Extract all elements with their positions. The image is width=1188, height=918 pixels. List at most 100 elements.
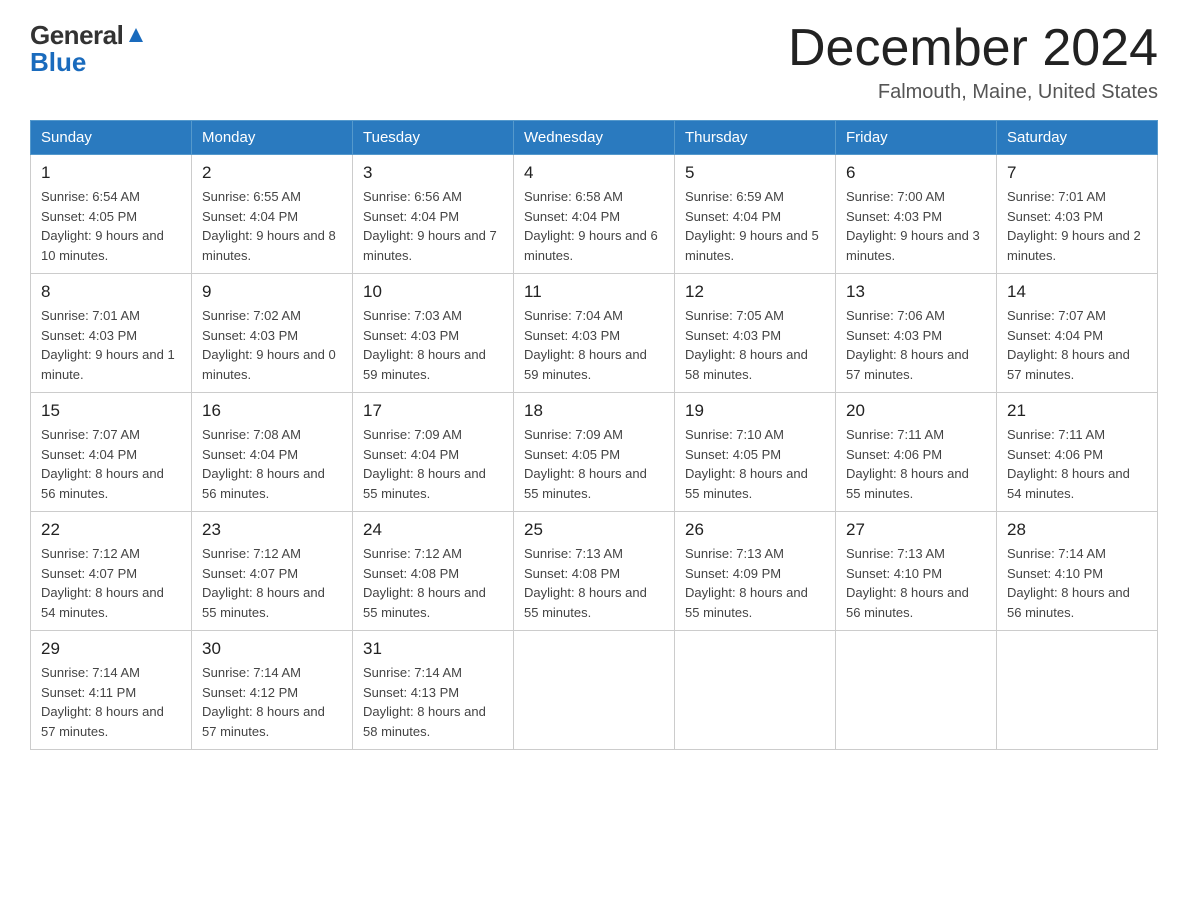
calendar-cell: 14 Sunrise: 7:07 AMSunset: 4:04 PMDaylig… — [997, 274, 1158, 393]
day-number: 10 — [363, 282, 503, 302]
day-info: Sunrise: 7:07 AMSunset: 4:04 PMDaylight:… — [1007, 306, 1147, 384]
calendar-cell: 3 Sunrise: 6:56 AMSunset: 4:04 PMDayligh… — [353, 155, 514, 274]
day-info: Sunrise: 7:03 AMSunset: 4:03 PMDaylight:… — [363, 306, 503, 384]
calendar-cell — [675, 631, 836, 750]
day-number: 1 — [41, 163, 181, 183]
day-info: Sunrise: 7:12 AMSunset: 4:07 PMDaylight:… — [41, 544, 181, 622]
calendar-cell: 23 Sunrise: 7:12 AMSunset: 4:07 PMDaylig… — [192, 512, 353, 631]
col-header-tuesday: Tuesday — [353, 121, 514, 155]
day-number: 14 — [1007, 282, 1147, 302]
calendar-cell: 16 Sunrise: 7:08 AMSunset: 4:04 PMDaylig… — [192, 393, 353, 512]
logo-blue-text: Blue — [30, 47, 86, 78]
day-info: Sunrise: 7:14 AMSunset: 4:10 PMDaylight:… — [1007, 544, 1147, 622]
calendar-cell: 13 Sunrise: 7:06 AMSunset: 4:03 PMDaylig… — [836, 274, 997, 393]
calendar-cell — [514, 631, 675, 750]
calendar-cell: 22 Sunrise: 7:12 AMSunset: 4:07 PMDaylig… — [31, 512, 192, 631]
calendar-cell: 18 Sunrise: 7:09 AMSunset: 4:05 PMDaylig… — [514, 393, 675, 512]
calendar-cell: 31 Sunrise: 7:14 AMSunset: 4:13 PMDaylig… — [353, 631, 514, 750]
calendar-week-row: 29 Sunrise: 7:14 AMSunset: 4:11 PMDaylig… — [31, 631, 1158, 750]
calendar-week-row: 8 Sunrise: 7:01 AMSunset: 4:03 PMDayligh… — [31, 274, 1158, 393]
day-info: Sunrise: 7:14 AMSunset: 4:12 PMDaylight:… — [202, 663, 342, 741]
day-number: 8 — [41, 282, 181, 302]
day-number: 27 — [846, 520, 986, 540]
calendar-cell: 17 Sunrise: 7:09 AMSunset: 4:04 PMDaylig… — [353, 393, 514, 512]
calendar-week-row: 15 Sunrise: 7:07 AMSunset: 4:04 PMDaylig… — [31, 393, 1158, 512]
month-title: December 2024 — [788, 20, 1158, 77]
day-number: 12 — [685, 282, 825, 302]
logo: General Blue — [30, 20, 147, 78]
day-number: 3 — [363, 163, 503, 183]
day-number: 15 — [41, 401, 181, 421]
logo-triangle-icon — [125, 24, 147, 46]
calendar-cell: 4 Sunrise: 6:58 AMSunset: 4:04 PMDayligh… — [514, 155, 675, 274]
day-info: Sunrise: 7:13 AMSunset: 4:10 PMDaylight:… — [846, 544, 986, 622]
day-number: 17 — [363, 401, 503, 421]
calendar-cell: 12 Sunrise: 7:05 AMSunset: 4:03 PMDaylig… — [675, 274, 836, 393]
day-info: Sunrise: 7:11 AMSunset: 4:06 PMDaylight:… — [846, 425, 986, 503]
day-info: Sunrise: 7:12 AMSunset: 4:08 PMDaylight:… — [363, 544, 503, 622]
day-number: 9 — [202, 282, 342, 302]
day-info: Sunrise: 7:14 AMSunset: 4:13 PMDaylight:… — [363, 663, 503, 741]
calendar-cell: 24 Sunrise: 7:12 AMSunset: 4:08 PMDaylig… — [353, 512, 514, 631]
day-number: 23 — [202, 520, 342, 540]
day-number: 19 — [685, 401, 825, 421]
day-info: Sunrise: 7:09 AMSunset: 4:05 PMDaylight:… — [524, 425, 664, 503]
day-info: Sunrise: 6:56 AMSunset: 4:04 PMDaylight:… — [363, 187, 503, 265]
day-number: 26 — [685, 520, 825, 540]
calendar-cell: 30 Sunrise: 7:14 AMSunset: 4:12 PMDaylig… — [192, 631, 353, 750]
calendar-cell: 21 Sunrise: 7:11 AMSunset: 4:06 PMDaylig… — [997, 393, 1158, 512]
day-info: Sunrise: 7:02 AMSunset: 4:03 PMDaylight:… — [202, 306, 342, 384]
day-number: 4 — [524, 163, 664, 183]
day-info: Sunrise: 7:01 AMSunset: 4:03 PMDaylight:… — [1007, 187, 1147, 265]
calendar-cell — [836, 631, 997, 750]
calendar-cell: 19 Sunrise: 7:10 AMSunset: 4:05 PMDaylig… — [675, 393, 836, 512]
day-info: Sunrise: 7:12 AMSunset: 4:07 PMDaylight:… — [202, 544, 342, 622]
calendar-cell: 20 Sunrise: 7:11 AMSunset: 4:06 PMDaylig… — [836, 393, 997, 512]
day-number: 2 — [202, 163, 342, 183]
day-info: Sunrise: 7:01 AMSunset: 4:03 PMDaylight:… — [41, 306, 181, 384]
calendar-cell: 6 Sunrise: 7:00 AMSunset: 4:03 PMDayligh… — [836, 155, 997, 274]
day-number: 28 — [1007, 520, 1147, 540]
calendar-cell: 29 Sunrise: 7:14 AMSunset: 4:11 PMDaylig… — [31, 631, 192, 750]
calendar-cell — [997, 631, 1158, 750]
calendar-header-row: SundayMondayTuesdayWednesdayThursdayFrid… — [31, 121, 1158, 155]
day-number: 29 — [41, 639, 181, 659]
col-header-saturday: Saturday — [997, 121, 1158, 155]
calendar-cell: 25 Sunrise: 7:13 AMSunset: 4:08 PMDaylig… — [514, 512, 675, 631]
day-info: Sunrise: 7:06 AMSunset: 4:03 PMDaylight:… — [846, 306, 986, 384]
calendar-table: SundayMondayTuesdayWednesdayThursdayFrid… — [30, 120, 1158, 750]
day-info: Sunrise: 7:05 AMSunset: 4:03 PMDaylight:… — [685, 306, 825, 384]
day-info: Sunrise: 6:59 AMSunset: 4:04 PMDaylight:… — [685, 187, 825, 265]
calendar-cell: 5 Sunrise: 6:59 AMSunset: 4:04 PMDayligh… — [675, 155, 836, 274]
day-number: 18 — [524, 401, 664, 421]
calendar-week-row: 22 Sunrise: 7:12 AMSunset: 4:07 PMDaylig… — [31, 512, 1158, 631]
calendar-cell: 1 Sunrise: 6:54 AMSunset: 4:05 PMDayligh… — [31, 155, 192, 274]
col-header-sunday: Sunday — [31, 121, 192, 155]
day-info: Sunrise: 6:54 AMSunset: 4:05 PMDaylight:… — [41, 187, 181, 265]
day-number: 30 — [202, 639, 342, 659]
day-info: Sunrise: 7:04 AMSunset: 4:03 PMDaylight:… — [524, 306, 664, 384]
calendar-cell: 2 Sunrise: 6:55 AMSunset: 4:04 PMDayligh… — [192, 155, 353, 274]
day-info: Sunrise: 6:58 AMSunset: 4:04 PMDaylight:… — [524, 187, 664, 265]
day-info: Sunrise: 7:11 AMSunset: 4:06 PMDaylight:… — [1007, 425, 1147, 503]
day-info: Sunrise: 7:07 AMSunset: 4:04 PMDaylight:… — [41, 425, 181, 503]
day-number: 31 — [363, 639, 503, 659]
day-info: Sunrise: 7:09 AMSunset: 4:04 PMDaylight:… — [363, 425, 503, 503]
day-number: 25 — [524, 520, 664, 540]
calendar-cell: 15 Sunrise: 7:07 AMSunset: 4:04 PMDaylig… — [31, 393, 192, 512]
day-info: Sunrise: 7:13 AMSunset: 4:08 PMDaylight:… — [524, 544, 664, 622]
day-info: Sunrise: 7:00 AMSunset: 4:03 PMDaylight:… — [846, 187, 986, 265]
page-header: General Blue December 2024 Falmouth, Mai… — [30, 20, 1158, 104]
calendar-cell: 7 Sunrise: 7:01 AMSunset: 4:03 PMDayligh… — [997, 155, 1158, 274]
calendar-cell: 26 Sunrise: 7:13 AMSunset: 4:09 PMDaylig… — [675, 512, 836, 631]
location-subtitle: Falmouth, Maine, United States — [788, 81, 1158, 104]
day-info: Sunrise: 7:10 AMSunset: 4:05 PMDaylight:… — [685, 425, 825, 503]
day-number: 5 — [685, 163, 825, 183]
day-info: Sunrise: 7:08 AMSunset: 4:04 PMDaylight:… — [202, 425, 342, 503]
calendar-cell: 9 Sunrise: 7:02 AMSunset: 4:03 PMDayligh… — [192, 274, 353, 393]
day-number: 22 — [41, 520, 181, 540]
day-number: 24 — [363, 520, 503, 540]
day-number: 13 — [846, 282, 986, 302]
calendar-week-row: 1 Sunrise: 6:54 AMSunset: 4:05 PMDayligh… — [31, 155, 1158, 274]
day-number: 6 — [846, 163, 986, 183]
